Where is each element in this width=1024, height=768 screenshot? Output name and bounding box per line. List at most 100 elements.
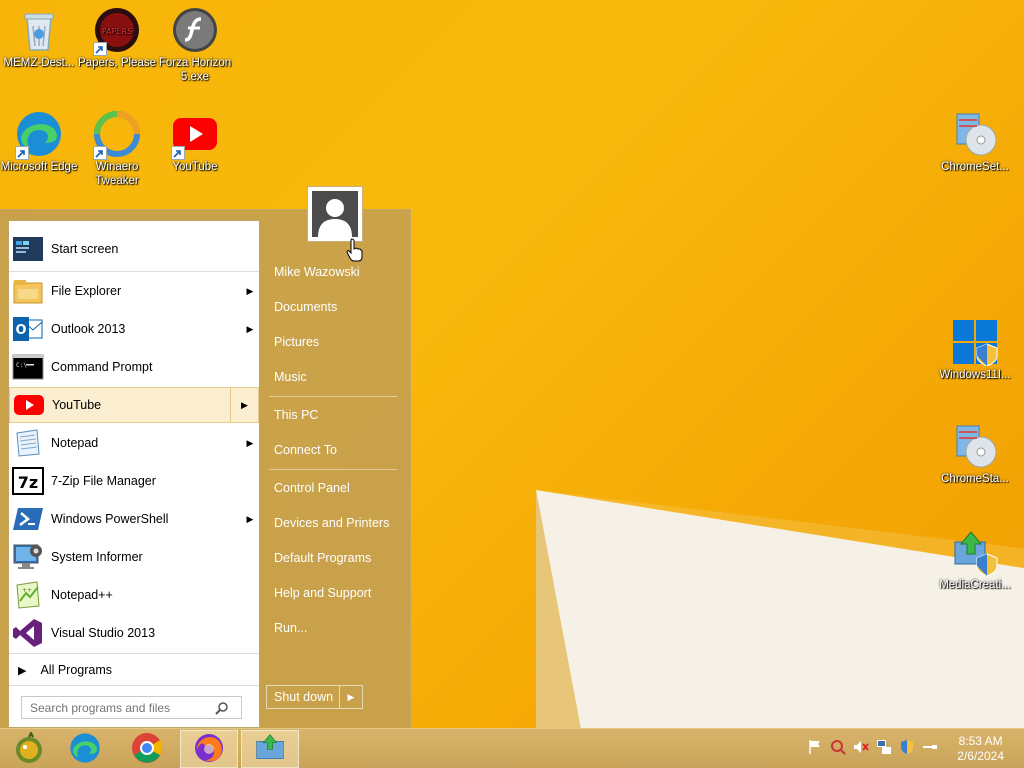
desktop-icon-mediacreation[interactable]: MediaCreati... bbox=[936, 528, 1014, 592]
start-item-file-explorer[interactable]: File Explorer ▶ bbox=[9, 273, 259, 309]
desktop-icon-winaero[interactable]: Winaero Tweaker bbox=[78, 110, 156, 188]
start-orb-icon bbox=[13, 730, 45, 767]
all-programs-label: All Programs bbox=[40, 663, 113, 677]
usb-icon[interactable] bbox=[922, 739, 938, 755]
clock-date: 2/6/2024 bbox=[957, 749, 1004, 763]
desktop-icon-windows11[interactable]: Windows11I... bbox=[936, 318, 1014, 382]
desktop-icon-forza[interactable]: Forza Horizon 5.exe bbox=[156, 6, 234, 84]
all-programs-button[interactable]: ▶ All Programs bbox=[9, 655, 259, 685]
taskbar: 8:53 AM 2/6/2024 bbox=[0, 728, 1024, 768]
powershell-icon bbox=[12, 503, 44, 535]
start-menu-programs-pane: Start screen File Explorer ▶ O Outlook 2… bbox=[8, 220, 260, 728]
svg-text:O: O bbox=[15, 323, 26, 338]
search-box[interactable] bbox=[21, 696, 242, 719]
user-silhouette-icon bbox=[312, 191, 358, 237]
user-avatar[interactable] bbox=[307, 186, 363, 242]
media-creation-icon bbox=[951, 528, 999, 577]
installer-cd-icon bbox=[951, 422, 999, 470]
desktop-icon-chromesetup[interactable]: ChromeSet... bbox=[936, 110, 1014, 174]
submenu-arrow-icon: ▶ bbox=[246, 437, 254, 448]
system-informer-tray-icon[interactable] bbox=[830, 739, 846, 755]
place-user[interactable]: Mike Wazowski bbox=[274, 265, 360, 279]
start-item-notepad[interactable]: Notepad ▶ bbox=[9, 425, 259, 461]
place-devices-printers[interactable]: Devices and Printers bbox=[274, 516, 389, 530]
start-item-start-screen[interactable]: Start screen bbox=[9, 231, 259, 267]
desktop-icon-youtube[interactable]: YouTube bbox=[156, 110, 234, 174]
shutdown-button[interactable]: Shut down bbox=[267, 686, 340, 708]
flash-icon bbox=[171, 6, 219, 54]
desktop-icon-label: Microsoft Edge bbox=[0, 161, 78, 173]
place-control-panel[interactable]: Control Panel bbox=[274, 481, 350, 495]
desktop-icon-label: Forza Horizon 5.exe bbox=[158, 57, 232, 83]
notepadpp-icon: ++ bbox=[12, 579, 44, 611]
place-documents[interactable]: Documents bbox=[274, 300, 337, 314]
desktop-icon-edge[interactable]: Microsoft Edge bbox=[0, 110, 78, 174]
chrome-icon bbox=[131, 732, 163, 767]
start-item-label: YouTube bbox=[52, 398, 102, 412]
recycle-bin-icon bbox=[15, 6, 63, 54]
place-this-pc[interactable]: This PC bbox=[274, 408, 318, 422]
shortcut-arrow-icon bbox=[93, 42, 107, 56]
desktop-icon-label: YouTube bbox=[172, 161, 218, 173]
flag-icon[interactable] bbox=[807, 739, 823, 755]
outlook-icon: O bbox=[12, 313, 44, 345]
firefox-icon bbox=[193, 732, 225, 767]
desktop-icon-papers-please[interactable]: PAPERS Papers, Please bbox=[78, 6, 156, 70]
start-item-youtube[interactable]: YouTube ▶ bbox=[9, 387, 259, 423]
place-default-programs[interactable]: Default Programs bbox=[274, 551, 371, 565]
shortcut-arrow-icon bbox=[15, 146, 29, 160]
svg-text:C:\: C:\ bbox=[16, 362, 27, 369]
desktop-icon-chromestandalone[interactable]: ChromeSta... bbox=[936, 422, 1014, 486]
place-connect-to[interactable]: Connect To bbox=[274, 443, 337, 457]
taskbar-media-creation[interactable] bbox=[241, 730, 299, 768]
start-menu: Start screen File Explorer ▶ O Outlook 2… bbox=[0, 209, 411, 728]
divider bbox=[9, 271, 259, 272]
svg-text:7z: 7z bbox=[18, 473, 38, 492]
system-tray bbox=[807, 739, 938, 755]
start-item-notepadpp[interactable]: ++ Notepad++ bbox=[9, 577, 259, 613]
start-item-outlook[interactable]: O Outlook 2013 ▶ bbox=[9, 311, 259, 347]
submenu-arrow-icon: ▶ bbox=[246, 513, 254, 524]
volume-muted-icon[interactable] bbox=[853, 739, 869, 755]
desktop-icon-label: Winaero Tweaker bbox=[95, 161, 139, 187]
start-item-system-informer[interactable]: System Informer bbox=[9, 539, 259, 575]
installer-cd-icon bbox=[951, 110, 999, 158]
submenu-arrow-icon: ▶ bbox=[246, 323, 254, 334]
place-music[interactable]: Music bbox=[274, 370, 307, 384]
desktop-icon-memz[interactable]: MEMZ-Dest... bbox=[0, 6, 78, 70]
taskbar-edge[interactable] bbox=[56, 730, 114, 768]
start-item-label: Visual Studio 2013 bbox=[51, 626, 156, 640]
clock-time: 8:53 AM bbox=[958, 734, 1003, 748]
desktop-icon-label: Windows11I... bbox=[939, 369, 1011, 381]
start-item-command-prompt[interactable]: C:\ Command Prompt bbox=[9, 349, 259, 385]
folder-icon bbox=[12, 275, 44, 307]
media-creation-icon bbox=[254, 732, 286, 767]
start-item-label: Notepad++ bbox=[51, 588, 113, 602]
shutdown-options-arrow-icon[interactable]: ▶ bbox=[340, 692, 362, 703]
divider bbox=[9, 653, 259, 654]
winaero-icon bbox=[93, 110, 141, 160]
security-shield-icon[interactable] bbox=[899, 739, 915, 755]
taskbar-chrome[interactable] bbox=[118, 730, 176, 768]
7zip-icon: 7z bbox=[12, 465, 44, 497]
network-icon[interactable] bbox=[876, 739, 892, 755]
terminal-icon: C:\ bbox=[12, 351, 44, 383]
submenu-arrow-icon: ▶ bbox=[246, 285, 254, 296]
desktop-icon-label: MediaCreati... bbox=[939, 579, 1011, 591]
notepad-icon bbox=[12, 427, 44, 459]
start-item-label: Windows PowerShell bbox=[51, 512, 169, 526]
place-help-support[interactable]: Help and Support bbox=[274, 586, 371, 600]
start-item-label: System Informer bbox=[51, 550, 143, 564]
start-item-visual-studio[interactable]: Visual Studio 2013 bbox=[9, 615, 259, 651]
search-input[interactable] bbox=[22, 700, 212, 715]
start-menu-places-pane: Mike Wazowski Documents Pictures Music T… bbox=[266, 210, 411, 729]
start-item-powershell[interactable]: Windows PowerShell ▶ bbox=[9, 501, 259, 537]
clock[interactable]: 8:53 AM 2/6/2024 bbox=[957, 734, 1004, 764]
search-icon[interactable] bbox=[212, 698, 232, 718]
place-run[interactable]: Run... bbox=[274, 621, 307, 635]
start-item-7zip[interactable]: 7z 7-Zip File Manager bbox=[9, 463, 259, 499]
start-orb-button[interactable] bbox=[0, 730, 58, 768]
taskbar-firefox[interactable] bbox=[180, 730, 238, 768]
submenu-arrow-icon[interactable]: ▶ bbox=[230, 388, 258, 422]
place-pictures[interactable]: Pictures bbox=[274, 335, 319, 349]
